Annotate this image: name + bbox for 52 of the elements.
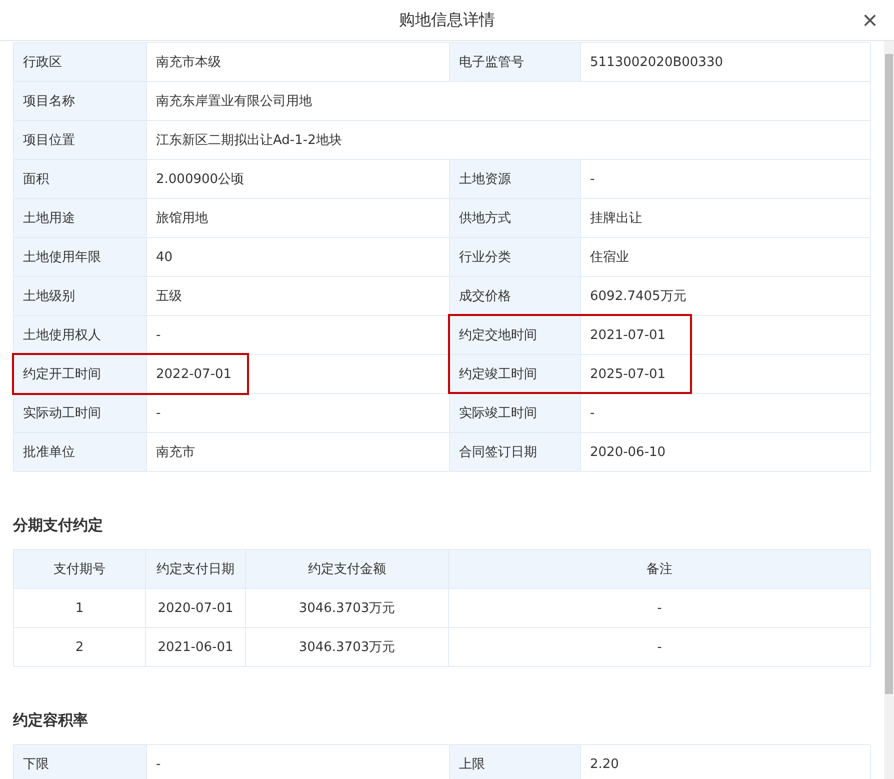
section-title: 约定容积率 (13, 711, 89, 730)
field-value: 南充市本级 (147, 43, 450, 82)
field-value: 旅馆用地 (147, 199, 450, 238)
field-value: 江东新区二期拟出让Ad-1-2地块 (147, 121, 871, 160)
table-cell: 3046.3703万元 (246, 589, 449, 628)
field-value: 南充东岸置业有限公司用地 (147, 82, 871, 121)
table-cell: - (449, 589, 871, 628)
table-cell: 1 (14, 589, 146, 628)
scrollbar[interactable] (884, 41, 894, 779)
field-value: 挂牌出让 (581, 199, 871, 238)
field-value: 2.000900公顷 (147, 160, 450, 199)
field-value: 2020-06-10 (581, 433, 871, 472)
field-label: 土地用途 (14, 199, 147, 238)
field-label: 下限 (14, 745, 147, 779)
table-cell: 3046.3703万元 (246, 628, 449, 667)
close-button[interactable]: × (856, 6, 884, 34)
section-title: 分期支付约定 (13, 516, 104, 535)
field-value: 南充市 (147, 433, 450, 472)
field-label: 面积 (14, 160, 147, 199)
field-label: 合同签订日期 (450, 433, 581, 472)
field-label: 电子监管号 (450, 43, 581, 82)
field-label: 行业分类 (450, 238, 581, 277)
field-label: 批准单位 (14, 433, 147, 472)
column-header: 约定支付金额 (246, 550, 449, 589)
field-value: 五级 (147, 277, 450, 316)
table-cell: - (449, 628, 871, 667)
dialog-title: 购地信息详情 (399, 10, 495, 30)
column-header: 备注 (449, 550, 871, 589)
field-value: 5113002020B00330 (581, 43, 871, 82)
column-header: 支付期号 (14, 550, 146, 589)
field-label: 供地方式 (450, 199, 581, 238)
field-value: - (581, 394, 871, 433)
field-label: 实际竣工时间 (450, 394, 581, 433)
field-label: 实际动工时间 (14, 394, 147, 433)
field-value: 住宿业 (581, 238, 871, 277)
table-cell: 2021-06-01 (146, 628, 246, 667)
field-label: 项目名称 (14, 82, 147, 121)
table-cell: 2020-07-01 (146, 589, 246, 628)
field-label: 成交价格 (450, 277, 581, 316)
field-label: 行政区 (14, 43, 147, 82)
field-value: 2021-07-01 (581, 316, 871, 355)
table-cell: 2 (14, 628, 146, 667)
field-value: - (581, 160, 871, 199)
column-header: 约定支付日期 (146, 550, 246, 589)
field-label: 土地资源 (450, 160, 581, 199)
field-label: 土地使用权人 (14, 316, 147, 355)
field-label: 项目位置 (14, 121, 147, 160)
field-label: 土地级别 (14, 277, 147, 316)
field-label: 上限 (450, 745, 581, 779)
field-value: 40 (147, 238, 450, 277)
field-value: - (147, 394, 450, 433)
field-label: 土地使用年限 (14, 238, 147, 277)
